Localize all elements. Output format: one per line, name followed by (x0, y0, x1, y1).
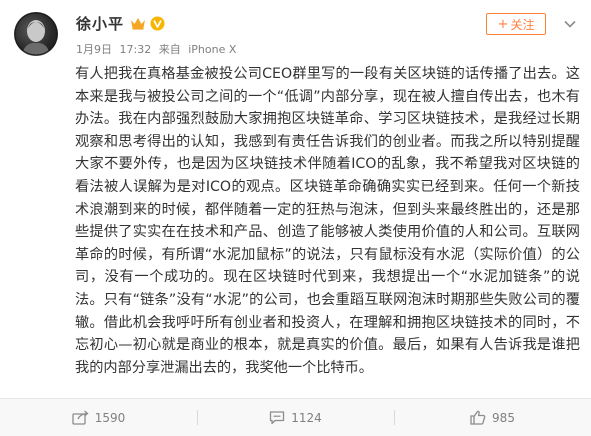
post-date[interactable]: 1月9日 (76, 43, 112, 56)
follow-button[interactable]: + 关注 (486, 13, 546, 35)
comment-icon (270, 411, 285, 425)
comment-count: 1124 (291, 410, 322, 425)
chevron-down-icon[interactable] (563, 17, 577, 31)
plus-icon: + (497, 16, 509, 32)
source-prefix: 来自 (158, 43, 181, 56)
like-count: 985 (492, 410, 515, 425)
weibo-post: 徐小平 1月9日 17:32 来自 iPhone X + 关注 有人把我在真格基… (0, 0, 591, 436)
thumbs-up-icon (470, 410, 486, 425)
avatar-image (14, 12, 58, 56)
share-button[interactable]: 1590 (0, 399, 197, 436)
share-icon (72, 410, 89, 425)
share-count: 1590 (94, 410, 126, 425)
comment-button[interactable]: 1124 (197, 399, 394, 436)
post-time[interactable]: 17:32 (120, 43, 152, 56)
follow-label: 关注 (510, 17, 535, 32)
source-device[interactable]: iPhone X (188, 43, 236, 56)
like-button[interactable]: 985 (394, 399, 591, 436)
post-meta: 1月9日 17:32 来自 iPhone X (76, 41, 240, 57)
post-text: 有人把我在真格基金被投公司CEO群里写的一段有关区块链的话传播了出去。这本来是我… (75, 66, 580, 376)
vip-crown-icon[interactable] (130, 16, 146, 30)
action-bar: 1590 1124 985 (0, 398, 591, 436)
avatar[interactable] (14, 12, 58, 56)
author-name[interactable]: 徐小平 (76, 13, 124, 34)
verified-v-icon[interactable] (150, 16, 165, 31)
author-line: 徐小平 (76, 13, 165, 33)
